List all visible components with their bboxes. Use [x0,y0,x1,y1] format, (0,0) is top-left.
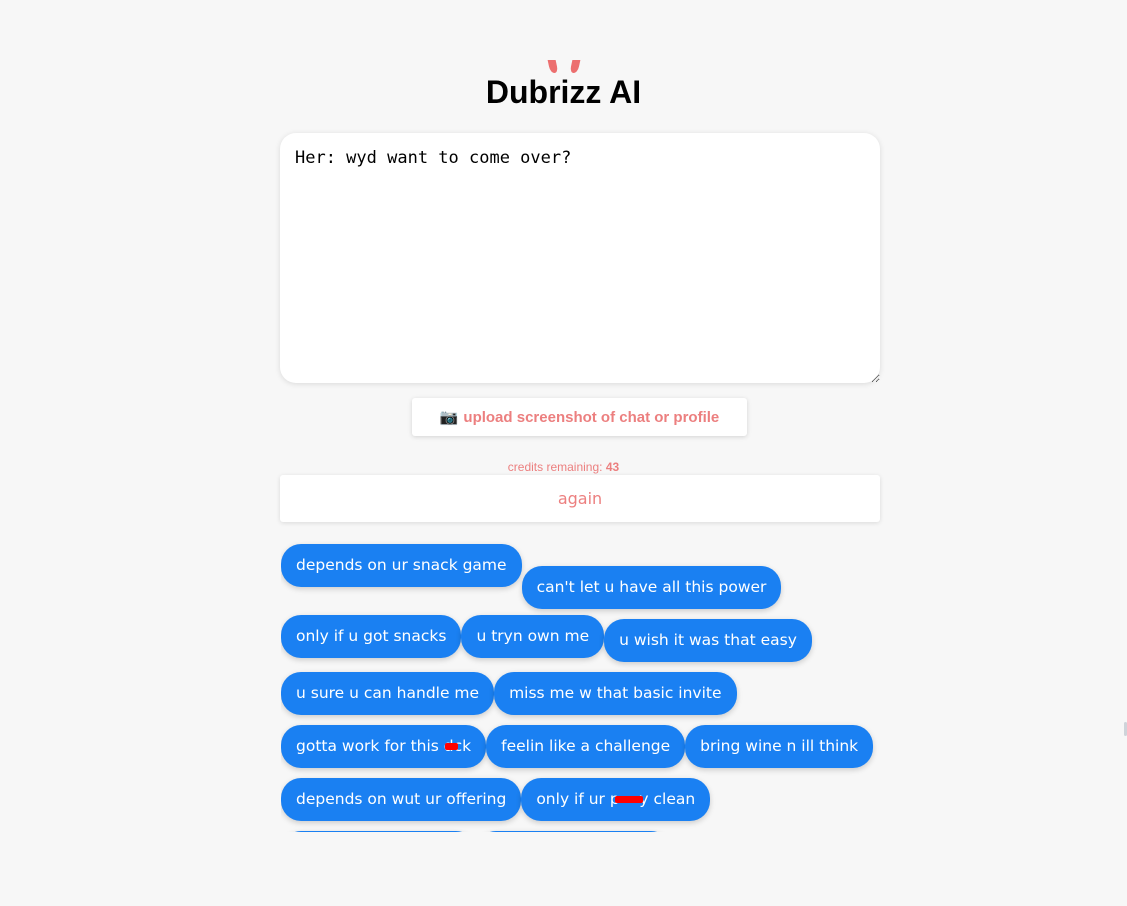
reply-text: only if ur p [536,790,620,808]
reply-bubble[interactable]: depends on ur snack game [281,544,522,587]
chat-input[interactable] [280,133,880,383]
reply-bubble[interactable]: bring wine n ill think [685,725,874,768]
credits-label: credits remaining: [507,460,603,474]
right-horn [569,60,580,73]
reply-bubble[interactable] [281,831,476,832]
reply-bubble[interactable]: u wish it was that easy [604,619,812,662]
reply-bubble[interactable]: only if ur p y clean [521,778,711,821]
reply-bubble[interactable]: can't let u have all this power [521,566,782,609]
reply-bubble[interactable]: gotta work for this dck [281,725,487,768]
censor-bar [445,743,458,750]
reply-bubble[interactable]: only if u got snacks [281,615,462,658]
reply-row [281,831,671,832]
reply-row: u sure u can handle me miss me w that ba… [281,672,737,715]
camera-icon: 📷 [439,409,459,426]
app-title: Dubrizz AI [485,74,642,110]
reply-text: y clean [639,790,696,808]
left-horn [547,60,558,73]
reply-bubble[interactable]: feelin like a challenge [486,725,686,768]
again-button[interactable]: again [280,475,880,522]
upload-label: upload screenshot of chat or profile [463,408,720,426]
reply-row: gotta work for this dck feelin like a ch… [281,725,874,768]
credits-count: 43 [605,460,620,474]
reply-bubble[interactable]: depends on wut ur offering [281,778,522,821]
reply-row: depends on wut ur offering only if ur p … [281,778,711,821]
reply-row: only if u got snacks u tryn own me u wis… [281,615,812,662]
reply-bubble[interactable] [476,831,671,832]
censor-bar [615,796,644,803]
reply-bubble[interactable]: u tryn own me [461,615,605,658]
reply-bubble[interactable]: u sure u can handle me [281,672,495,715]
reply-bubble[interactable]: miss me w that basic invite [494,672,737,715]
reply-suggestions: depends on ur snack game can't let u hav… [281,540,881,832]
reply-text: gotta work for this d [296,737,454,755]
upload-screenshot-button[interactable]: 📷 upload screenshot of chat or profile [412,398,747,436]
credits-remaining: credits remaining: 43 [0,460,1127,474]
reply-row: depends on ur snack game can't let u hav… [281,544,782,609]
